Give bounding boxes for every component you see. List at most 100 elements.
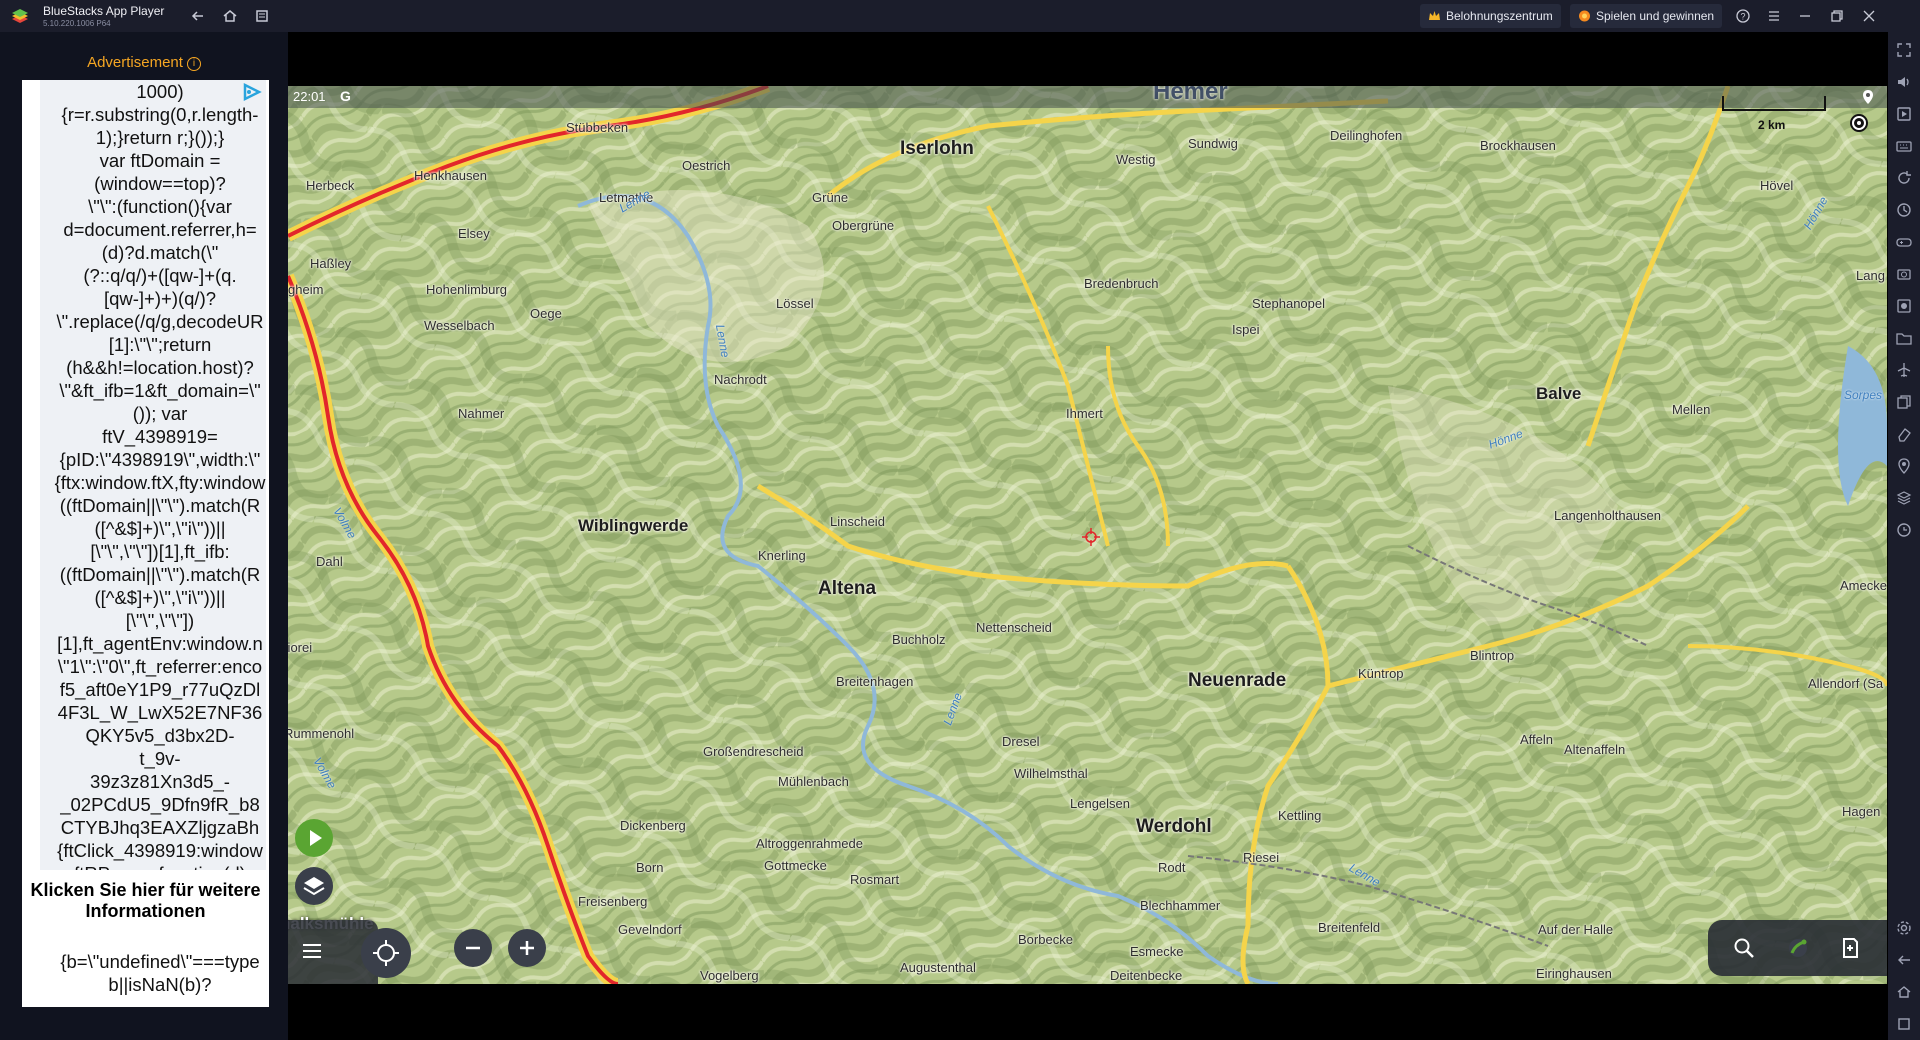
zoom-in-button[interactable] (508, 929, 546, 967)
rotate-icon[interactable] (1896, 170, 1912, 186)
compass-icon[interactable] (1848, 112, 1870, 134)
map-label: Westig (1116, 152, 1156, 167)
stack-icon[interactable] (1896, 490, 1912, 506)
map-label: Gottmecke (764, 858, 827, 873)
bluestacks-logo-icon (12, 9, 28, 23)
record-icon[interactable] (1896, 298, 1912, 314)
layers-icon (303, 877, 325, 896)
layers-button[interactable] (295, 867, 333, 905)
map-label: Dresel (1002, 734, 1040, 749)
crosshair-marker-icon (1082, 528, 1100, 546)
map-label: Herbeck (306, 178, 355, 193)
gamepad-icon[interactable] (1896, 234, 1912, 250)
volume-icon[interactable] (1896, 74, 1912, 90)
crosshair-icon (373, 940, 399, 966)
home-icon[interactable] (222, 8, 238, 24)
eraser-icon[interactable] (1896, 426, 1912, 442)
map-label: Linscheid (830, 514, 885, 529)
keyboard-icon[interactable] (1896, 138, 1912, 154)
map-label: Altroggenrahmede (756, 836, 863, 851)
map-label: Deilinghofen (1330, 128, 1403, 143)
scale-label: 2 km (1758, 118, 1786, 132)
close-icon[interactable] (1861, 8, 1877, 24)
ad-more-info-link[interactable]: Klicken Sie hier für weitere Information… (22, 880, 269, 922)
map-label: Wesselbach (424, 318, 495, 333)
map-label: Brockhausen (1480, 138, 1556, 153)
sync-icon[interactable] (1896, 202, 1912, 218)
play-and-win-button[interactable]: Spielen und gewinnen (1570, 4, 1723, 28)
play-and-win-label: Spielen und gewinnen (1596, 9, 1715, 23)
map-label: Rodt (1158, 860, 1186, 875)
info-icon[interactable]: i (186, 57, 201, 71)
map-label: Balve (1536, 384, 1582, 403)
crown-icon (1429, 11, 1440, 20)
recent-apps-icon[interactable] (1896, 1016, 1912, 1032)
google-icon: G (340, 88, 351, 104)
airplane-icon[interactable] (1896, 362, 1912, 378)
route-icon[interactable] (1786, 936, 1810, 960)
play-button[interactable] (295, 819, 333, 857)
settings-icon[interactable] (1896, 920, 1912, 936)
scale-bar (1722, 96, 1826, 111)
minimize-icon[interactable] (1797, 8, 1813, 24)
clock-icon[interactable] (1896, 522, 1912, 538)
media-icon[interactable] (1896, 106, 1912, 122)
map-label: Borbecke (1018, 932, 1073, 947)
screenshot-icon[interactable] (1896, 266, 1912, 282)
map-top-letterbox (288, 32, 1888, 86)
map-label: Oege (530, 306, 562, 321)
search-icon[interactable] (1732, 936, 1756, 960)
back-icon[interactable] (190, 8, 206, 24)
map-label: Blechhammer (1140, 898, 1221, 913)
rewards-center-label: Belohnungszentrum (1446, 9, 1553, 23)
adchoices-icon[interactable] (241, 82, 263, 102)
advertisement-panel: Advertisement i 1000) {r=r.substring(0,r.… (0, 32, 288, 1040)
map-label: Iserlohn (900, 138, 974, 159)
location-icon[interactable] (1896, 458, 1912, 474)
map-label: Großendrescheid (703, 744, 804, 759)
topographic-map[interactable]: 22:01 G Hemer Iserlohn Altena Neuenrade … (288, 86, 1887, 984)
map-label: Wilhelmsthal (1014, 766, 1088, 781)
rewards-center-button[interactable]: Belohnungszentrum (1420, 4, 1561, 28)
river-label: Sorpes (1844, 388, 1883, 402)
map-label: Ispei (1232, 322, 1260, 337)
my-location-button[interactable] (361, 928, 411, 978)
map-label: Neuenrade (1188, 670, 1287, 691)
map-label: Mellen (1672, 402, 1711, 417)
map-label: Nachrodt (714, 372, 767, 387)
app-name: BlueStacks App Player (43, 4, 165, 18)
back-arrow-icon[interactable] (1896, 952, 1912, 968)
map-label: uriorei (288, 640, 313, 655)
copy-icon[interactable] (1896, 394, 1912, 410)
map-label: Hagen (1842, 804, 1881, 819)
map-label: Sundwig (1188, 136, 1238, 151)
bookmark-icon[interactable] (1838, 936, 1862, 960)
map-label: Lengelsen (1070, 796, 1130, 811)
android-home-icon[interactable] (1896, 984, 1912, 1000)
map-label: Hohenlimburg (426, 282, 507, 297)
restore-icon[interactable] (1829, 8, 1845, 24)
map-label: Dahl (316, 554, 343, 569)
map-label: Elsey (458, 226, 490, 241)
map-label: Bredenbruch (1084, 276, 1159, 291)
map-label: Nahmer (458, 406, 505, 421)
fullscreen-icon[interactable] (1896, 42, 1912, 58)
hamburger-menu-icon[interactable] (1766, 8, 1782, 24)
advertisement-content[interactable]: 1000) {r=r.substring(0,r.length- 1);}ret… (22, 80, 269, 1007)
folder-icon[interactable] (1896, 330, 1912, 346)
menu-icon[interactable] (302, 942, 322, 960)
map-label: Altenaffeln (1564, 742, 1626, 757)
map-label: Amecke (1840, 578, 1887, 593)
minus-icon (466, 946, 480, 950)
map-label: Rosmart (850, 872, 900, 887)
map-label: Breitenhagen (836, 674, 914, 689)
map-label: Kettling (1278, 808, 1322, 823)
map-label: Dickenberg (620, 818, 686, 833)
help-icon[interactable]: ? (1735, 8, 1751, 24)
location-pin-icon (1863, 90, 1873, 104)
app-version: 5.10.220.1006 P64 (43, 19, 111, 28)
map-label: Mühlenbach (778, 774, 849, 789)
zoom-out-button[interactable] (454, 929, 492, 967)
advertisement-header: Advertisement i (0, 54, 288, 71)
multi-window-icon[interactable] (254, 8, 270, 24)
